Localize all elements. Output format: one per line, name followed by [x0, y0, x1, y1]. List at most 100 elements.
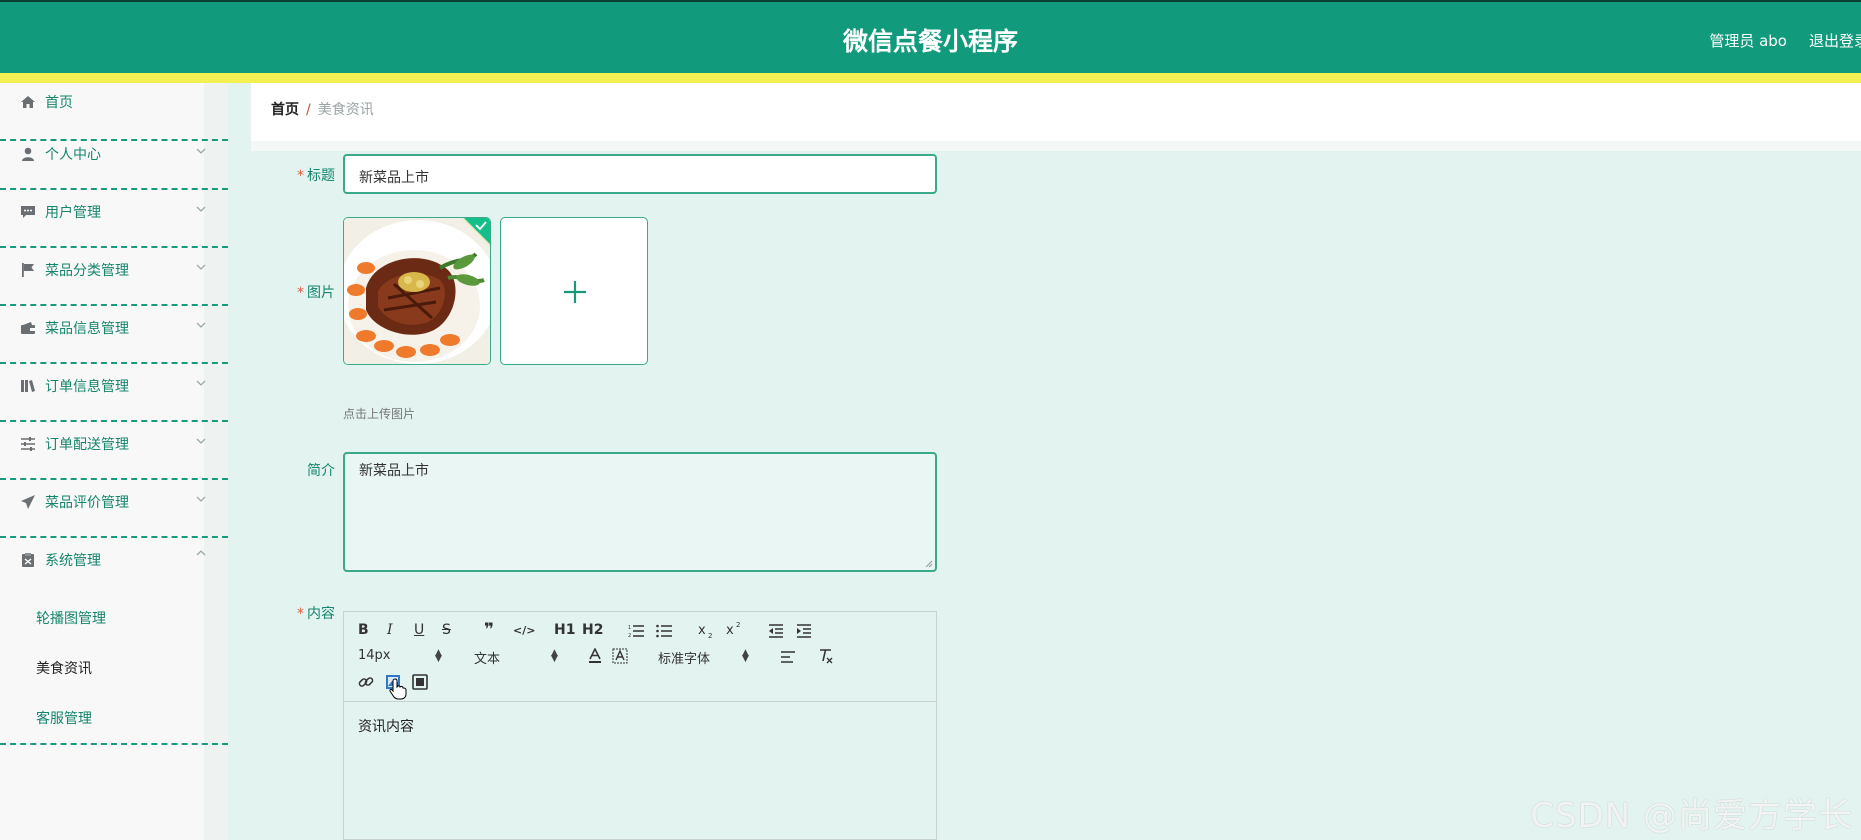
background-color-icon[interactable] — [612, 648, 628, 664]
font-size-select[interactable]: 14px ▲ ▼ — [358, 648, 448, 664]
chevron-down-icon — [196, 380, 206, 386]
strikethrough-button[interactable]: S — [442, 622, 451, 638]
sidebar-item-label: 首页 — [45, 95, 73, 111]
upload-button[interactable] — [500, 217, 648, 365]
outdent-icon[interactable] — [768, 624, 784, 638]
sidebar-item-label: 系统管理 — [45, 553, 101, 569]
top-header: 微信点餐小程序 管理员 abo 退出登录 — [0, 0, 1861, 73]
underline-button[interactable]: U — [414, 622, 424, 638]
chevron-down-icon — [196, 206, 206, 212]
sidebar-item-order-delivery[interactable]: 订单配送管理 — [0, 422, 228, 480]
sidebar-item-order-info[interactable]: 订单信息管理 — [0, 364, 228, 422]
flag-icon — [22, 263, 34, 277]
breadcrumb-current: 美食资讯 — [317, 102, 374, 118]
heading1-button[interactable]: H1 — [554, 622, 575, 638]
intro-label: 简介 — [307, 463, 335, 479]
submenu-item-customer-service[interactable]: 客服管理 — [36, 708, 92, 728]
chevron-down-icon — [196, 496, 206, 502]
required-mark: * — [297, 606, 304, 622]
block-type-value: 文本 — [474, 652, 501, 667]
font-size-value: 14px — [358, 648, 391, 663]
sidebar-item-dish-review[interactable]: 菜品评价管理 — [0, 480, 228, 538]
breadcrumb-bar: 首页 / 美食资讯 — [251, 83, 1861, 141]
chevron-down-icon — [196, 322, 206, 328]
wallet-icon — [21, 322, 35, 334]
required-mark: * — [297, 285, 304, 301]
svg-text:2: 2 — [628, 633, 631, 638]
sidebar-item-dish-category[interactable]: 菜品分类管理 — [0, 248, 228, 306]
subscript-icon[interactable]: x2 — [698, 622, 716, 640]
plus-icon — [564, 281, 586, 303]
chevron-up-icon — [196, 550, 206, 556]
image-label: * 图片 — [297, 285, 335, 301]
select-arrows-icon: ▲ ▼ — [435, 648, 442, 664]
font-color-icon[interactable] — [588, 648, 602, 664]
sidebar-item-label: 菜品分类管理 — [45, 263, 129, 279]
uploaded-image-thumbnail[interactable] — [343, 217, 491, 365]
sliders-icon — [21, 437, 35, 451]
sidebar: 首页 个人中心 用户管理 菜品分类管理 菜品信息管理 订单信息管理 订单配送管理… — [0, 83, 228, 840]
block-type-select[interactable]: 文本 ▲ ▼ — [474, 648, 564, 668]
sidebar-item-profile[interactable]: 个人中心 — [0, 132, 228, 190]
chevron-down-icon — [196, 148, 206, 154]
font-family-select[interactable]: 标准字体 ▲ ▼ — [658, 648, 752, 668]
sidebar-item-dish-info[interactable]: 菜品信息管理 — [0, 306, 228, 364]
link-icon[interactable] — [358, 674, 374, 690]
logout-link[interactable]: 退出登录 — [1809, 30, 1861, 51]
chevron-down-icon — [196, 264, 206, 270]
main-content: 首页 / 美食资讯 * 标题 新菜品上市 * 图片 点击上传图片 简介 新菜品上… — [251, 83, 1861, 840]
clipboard-icon — [22, 553, 34, 567]
upload-hint: 点击上传图片 — [343, 407, 416, 421]
heading2-button[interactable]: H2 — [582, 622, 603, 638]
required-mark: * — [297, 168, 304, 184]
breadcrumb-separator: / — [306, 102, 311, 118]
sidebar-item-label: 菜品信息管理 — [45, 321, 129, 337]
content-gap — [251, 141, 1861, 151]
title-input[interactable]: 新菜品上市 — [343, 154, 937, 194]
sidebar-item-label: 订单信息管理 — [45, 379, 129, 395]
submenu-item-carousel[interactable]: 轮播图管理 — [36, 608, 106, 628]
hand-cursor-icon — [389, 678, 407, 700]
select-arrows-icon: ▲ ▼ — [742, 648, 749, 664]
submenu-item-food-news[interactable]: 美食资讯 — [36, 658, 92, 678]
ordered-list-icon[interactable]: 12 — [628, 624, 644, 638]
svg-text:2: 2 — [736, 621, 740, 629]
books-icon — [21, 380, 35, 392]
sidebar-item-label: 菜品评价管理 — [45, 495, 129, 511]
home-icon — [21, 96, 35, 108]
intro-textarea-value: 新菜品上市 — [359, 463, 429, 479]
resize-grip-icon[interactable] — [925, 560, 933, 568]
sidebar-item-label: 订单配送管理 — [45, 437, 129, 453]
intro-textarea[interactable]: 新菜品上市 — [343, 452, 937, 572]
title-input-value: 新菜品上市 — [359, 170, 429, 186]
sidebar-item-label: 个人中心 — [45, 147, 101, 163]
insert-video-icon[interactable] — [412, 674, 428, 690]
check-badge-icon — [464, 218, 490, 244]
clear-format-icon[interactable] — [818, 648, 834, 664]
svg-text:2: 2 — [708, 632, 712, 640]
chat-icon — [21, 206, 35, 218]
sidebar-divider — [0, 743, 228, 745]
watermark-text: CSDN @尚爱方学长 — [1530, 796, 1853, 836]
editor-content: 资讯内容 — [358, 719, 414, 735]
italic-button[interactable]: I — [387, 622, 393, 638]
breadcrumb-home[interactable]: 首页 — [271, 102, 299, 118]
header-accent-bar — [0, 73, 1861, 83]
sidebar-item-label: 用户管理 — [45, 205, 101, 221]
indent-icon[interactable] — [796, 624, 812, 638]
svg-text:x: x — [698, 623, 706, 638]
bold-button[interactable]: B — [358, 622, 369, 638]
user-icon — [22, 147, 34, 161]
app-title: 微信点餐小程序 — [842, 27, 1018, 56]
align-left-icon[interactable] — [780, 650, 796, 664]
select-arrows-icon: ▲ ▼ — [551, 648, 558, 664]
superscript-icon[interactable]: x2 — [726, 620, 744, 638]
bullet-list-icon[interactable] — [656, 624, 672, 638]
blockquote-button[interactable]: ❞ — [484, 620, 494, 640]
editor-toolbar: B I U S ❞ </> H1 H2 12 x2 x2 14px ▲ ▼ 文本 … — [344, 612, 936, 702]
code-block-button[interactable]: </> — [513, 624, 535, 637]
font-family-value: 标准字体 — [658, 652, 711, 667]
sidebar-item-system[interactable]: 系统管理 — [0, 538, 228, 596]
sidebar-item-users[interactable]: 用户管理 — [0, 190, 228, 248]
rich-text-editor[interactable]: B I U S ❞ </> H1 H2 12 x2 x2 14px ▲ ▼ 文本 … — [343, 611, 937, 840]
